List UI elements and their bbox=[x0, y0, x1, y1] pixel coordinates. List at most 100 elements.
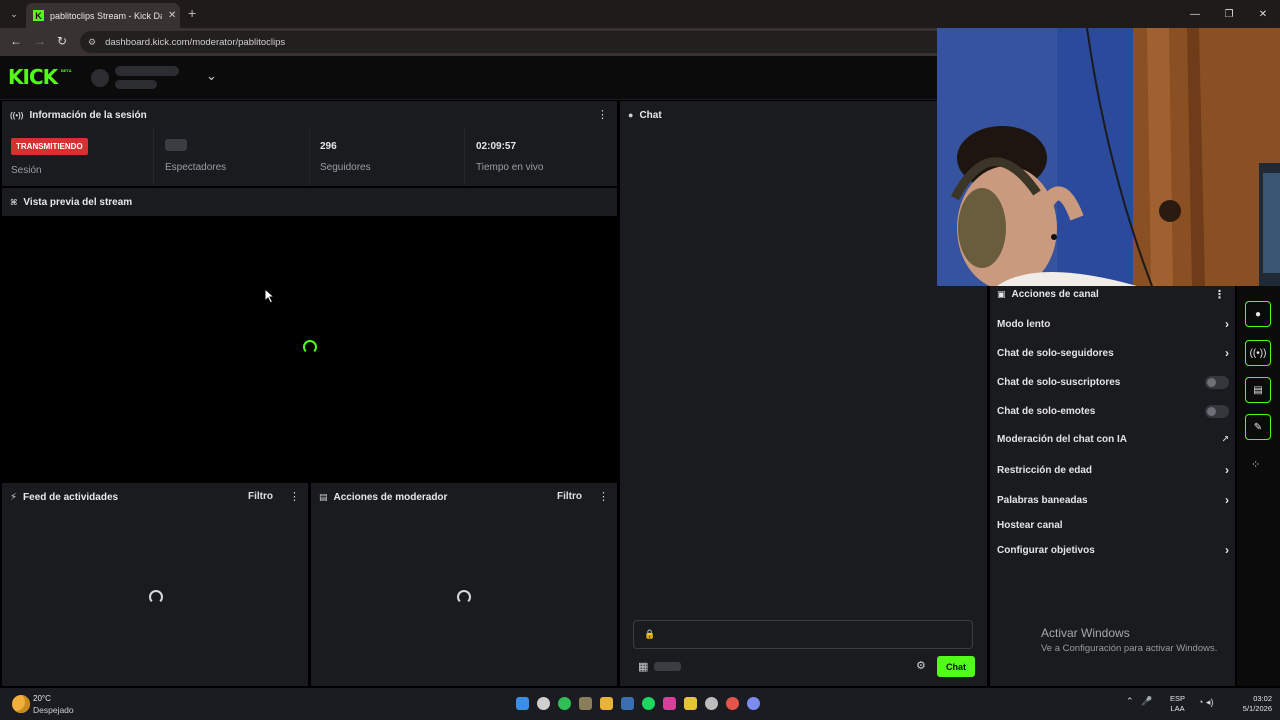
chat-footer-skeleton bbox=[654, 662, 681, 671]
webcam-overlay-image bbox=[937, 28, 1280, 286]
site-info-icon[interactable]: ⚙ bbox=[88, 37, 96, 48]
feed-menu-icon[interactable]: ⋮ bbox=[289, 490, 300, 503]
mouse-cursor-icon bbox=[264, 288, 276, 304]
rail-list-icon[interactable]: ▤ bbox=[1245, 377, 1271, 403]
clock-date: 5/1/2026 bbox=[1242, 704, 1272, 713]
browser-tab-bar: ⌄ K pablitoclips Stream - Kick Dashb ✕ +… bbox=[0, 0, 1280, 28]
channel-actions-header: ▣ Acciones de canal ⋮ bbox=[990, 283, 1235, 305]
weather-description: Despejado bbox=[33, 705, 74, 715]
discord-icon[interactable] bbox=[747, 697, 760, 710]
chevron-down-icon[interactable]: ⌄ bbox=[206, 68, 217, 84]
taskbar-clock[interactable]: 03:02 5/1/2026 bbox=[1232, 694, 1272, 714]
rail-chat-icon[interactable]: ● bbox=[1245, 301, 1271, 327]
preview-icon: ⌘ bbox=[10, 197, 18, 207]
viewers-value-skeleton bbox=[165, 139, 187, 151]
feed-loading-spinner-icon bbox=[149, 590, 163, 604]
emote-store-icon[interactable]: ▦ bbox=[638, 660, 648, 673]
session-info-title: Información de la sesión bbox=[29, 109, 147, 121]
language-indicator[interactable]: ESP LAA bbox=[1170, 694, 1185, 714]
weather-temperature: 20°C bbox=[33, 694, 51, 703]
activation-title: Activar Windows bbox=[1041, 626, 1130, 640]
channel-actions-menu-icon[interactable]: ⋮ bbox=[1214, 288, 1225, 301]
session-menu-icon[interactable]: ⋮ bbox=[597, 108, 608, 121]
action-banned-words[interactable]: Palabras baneadas › bbox=[997, 493, 1229, 507]
spotify-icon[interactable] bbox=[642, 697, 655, 710]
moderator-actions-title: Acciones de moderador bbox=[333, 491, 448, 503]
activity-feed-panel: ⚡ Feed de actividades Filtro ⋮ bbox=[2, 483, 308, 686]
feed-filter-button[interactable]: Filtro bbox=[248, 491, 273, 502]
chat-message-input[interactable]: 🔒 bbox=[633, 620, 973, 649]
browser-tab-active[interactable]: K pablitoclips Stream - Kick Dashb ✕ bbox=[26, 3, 180, 28]
rail-broadcast-icon[interactable]: ((•)) bbox=[1245, 340, 1271, 366]
new-tab-button[interactable]: + bbox=[188, 5, 196, 21]
lock-icon: 🔒 bbox=[644, 629, 656, 639]
loading-spinner-icon bbox=[303, 340, 317, 354]
kick-favicon-icon: K bbox=[33, 10, 44, 21]
chevron-right-icon: › bbox=[1225, 463, 1229, 477]
action-age-restriction[interactable]: Restricción de edad › bbox=[997, 463, 1229, 477]
instagram-icon[interactable] bbox=[663, 697, 676, 710]
action-followers-only[interactable]: Chat de solo-seguidores › bbox=[997, 346, 1229, 360]
forward-arrow-icon[interactable]: → bbox=[34, 34, 46, 48]
clock-icon[interactable] bbox=[705, 697, 718, 710]
mod-filter-button[interactable]: Filtro bbox=[557, 491, 582, 502]
stream-preview-player[interactable] bbox=[0, 216, 619, 481]
uptime-label: Tiempo en vivo bbox=[476, 162, 544, 173]
channel-name-skeleton bbox=[115, 66, 179, 76]
session-info-header: ((•)) Información de la sesión bbox=[2, 101, 617, 129]
steam-icon[interactable] bbox=[621, 697, 634, 710]
restore-button[interactable]: ❐ bbox=[1212, 0, 1246, 28]
tray-icons[interactable]: ⌃ 🎤 bbox=[1126, 696, 1152, 707]
tab-list-button[interactable]: ⌄ bbox=[6, 6, 22, 22]
uptime-stat: 02:09:57 Tiempo en vivo bbox=[465, 128, 617, 185]
broadcast-icon: ((•)) bbox=[10, 110, 24, 120]
url-text: dashboard.kick.com/moderator/pablitoclip… bbox=[105, 36, 286, 48]
app-icon[interactable] bbox=[579, 697, 592, 710]
action-host-channel[interactable]: Hostear canal bbox=[997, 520, 1229, 531]
reload-icon[interactable]: ↻ bbox=[57, 34, 67, 48]
windows-taskbar: 20°C Despejado ⌃ 🎤 ESP LAA ◔ ◂) 03:02 5/… bbox=[0, 688, 1280, 720]
chevron-right-icon: › bbox=[1225, 493, 1229, 507]
stream-preview-header: ⌘ Vista previa del stream bbox=[2, 188, 617, 216]
chat-panel: ● Chat 🔒 ▦ ⚙ Chat bbox=[620, 101, 987, 686]
mod-loading-spinner-icon bbox=[457, 590, 471, 604]
chat-send-button[interactable]: Chat bbox=[937, 656, 975, 677]
chat-bubble-icon: ● bbox=[628, 110, 634, 120]
minimize-button[interactable]: — bbox=[1178, 0, 1212, 28]
rail-wrench-icon[interactable]: ✎ bbox=[1245, 414, 1271, 440]
action-slow-mode[interactable]: Modo lento › bbox=[997, 317, 1229, 331]
file-explorer-icon[interactable] bbox=[600, 697, 613, 710]
activity-feed-title: Feed de actividades bbox=[23, 491, 119, 503]
action-emotes-only: Chat de solo-emotes bbox=[997, 405, 1229, 418]
action-configure-goals[interactable]: Configurar objetivos › bbox=[997, 543, 1229, 557]
action-ai-moderation[interactable]: Moderación del chat con IA ↗ bbox=[997, 434, 1229, 445]
start-icon[interactable] bbox=[516, 697, 529, 710]
moderator-actions-panel: ▤ Acciones de moderador Filtro ⋮ bbox=[311, 483, 617, 686]
uptime-value: 02:09:57 bbox=[476, 141, 517, 152]
search-icon[interactable] bbox=[537, 697, 550, 710]
mod-menu-icon[interactable]: ⋮ bbox=[598, 490, 609, 503]
notes-icon[interactable] bbox=[684, 697, 697, 710]
chat-title: Chat bbox=[639, 109, 662, 121]
channel-actions-title: Acciones de canal bbox=[1011, 288, 1099, 300]
close-tab-icon[interactable]: ✕ bbox=[168, 10, 176, 21]
channel-avatar[interactable] bbox=[91, 69, 109, 87]
followers-value: 296 bbox=[320, 141, 337, 152]
chat-settings-gear-icon[interactable]: ⚙ bbox=[916, 659, 926, 672]
chrome-icon[interactable] bbox=[726, 697, 739, 710]
subscribers-only-toggle[interactable] bbox=[1205, 376, 1229, 389]
kick-logo[interactable]: KICK bbox=[8, 65, 58, 89]
emotes-only-toggle[interactable] bbox=[1205, 405, 1229, 418]
rail-more-icon[interactable]: ⁘ bbox=[1251, 458, 1260, 471]
beta-tag: BETA bbox=[61, 68, 72, 73]
back-arrow-icon[interactable]: ← bbox=[10, 34, 22, 48]
whatsapp-icon[interactable] bbox=[558, 697, 571, 710]
close-window-button[interactable]: ✕ bbox=[1246, 0, 1280, 28]
wifi-volume-icon[interactable]: ◔ ◂) bbox=[1198, 697, 1213, 708]
lightning-icon: ⚡ bbox=[10, 491, 18, 503]
windows-activation-watermark: Activar Windows Ve a Configuración para … bbox=[1041, 626, 1217, 654]
weather-moon-icon[interactable] bbox=[12, 695, 30, 713]
chevron-right-icon: › bbox=[1225, 317, 1229, 331]
external-link-icon: ↗ bbox=[1221, 434, 1229, 444]
url-field[interactable]: ⚙ dashboard.kick.com/moderator/pablitocl… bbox=[80, 31, 960, 53]
